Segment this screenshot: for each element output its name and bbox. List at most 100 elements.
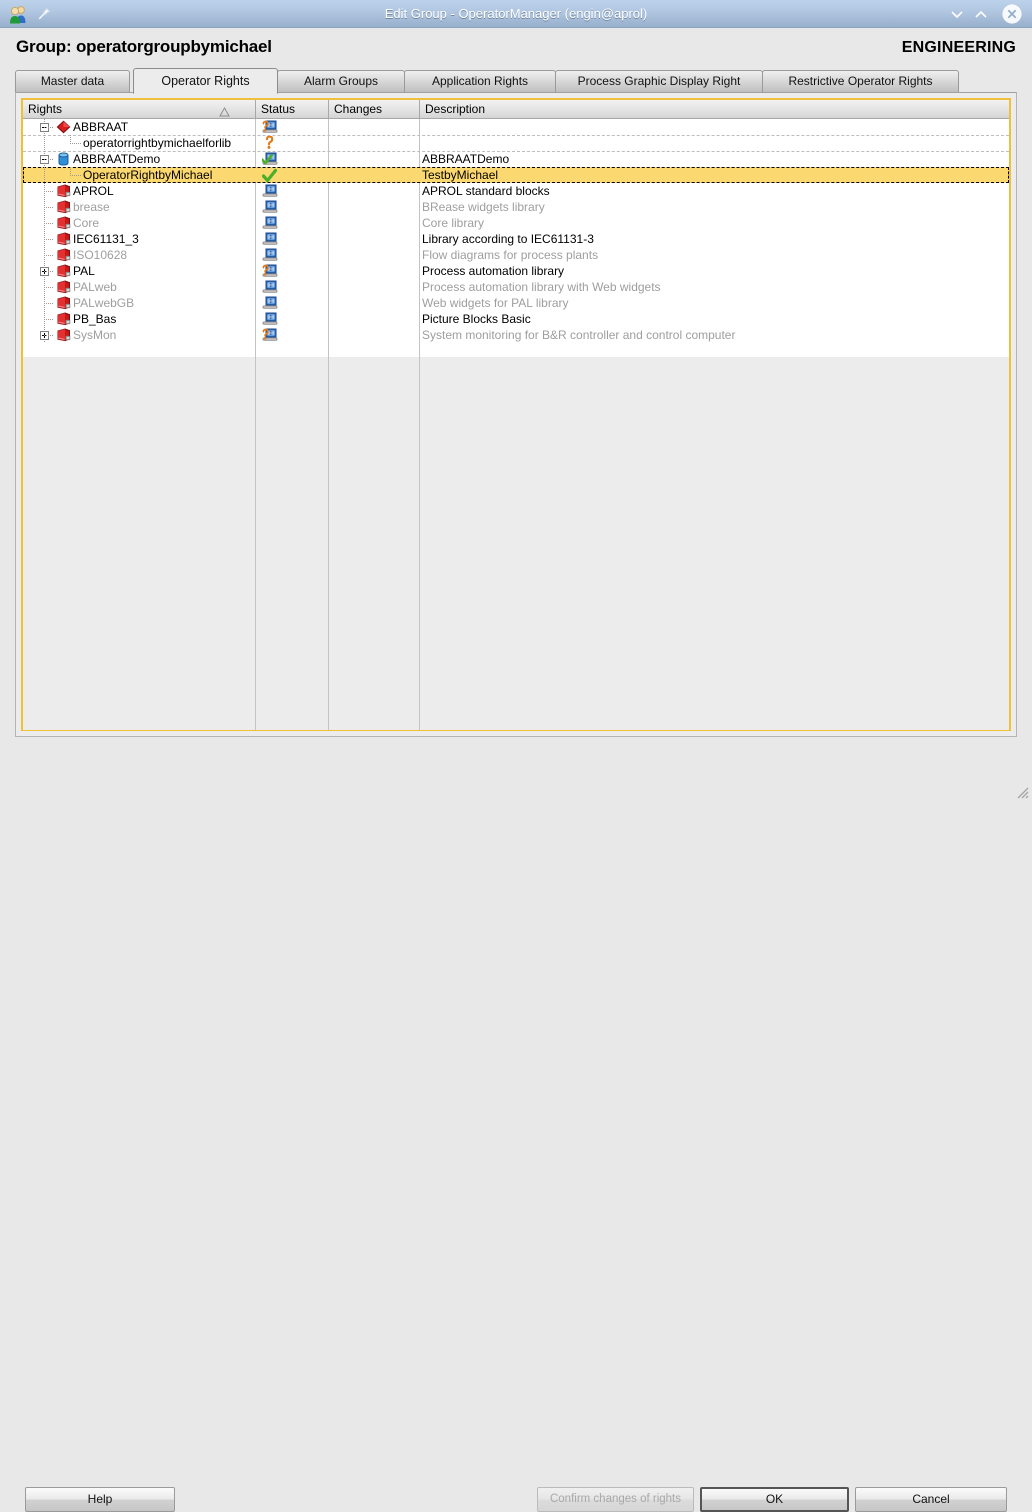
computer-icon: Σ — [262, 248, 278, 263]
table-row[interactable]: brease Σ BRease widgets library — [23, 199, 1009, 215]
cell-rights: PB_Bas — [23, 311, 255, 327]
rights-item-label: OperatorRightbyMichael — [83, 168, 213, 182]
cell-status: Σ — [256, 119, 328, 135]
cell-changes — [329, 327, 419, 343]
tab-alarm-groups[interactable]: Alarm Groups — [277, 70, 405, 92]
question-computer-icon: Σ — [262, 264, 278, 279]
rights-tree-rows[interactable]: ABBRAAT Σoperatorrightbymichaelforlib ABBR… — [23, 119, 1009, 730]
computer-icon: Σ — [262, 312, 278, 327]
tree-guide-line — [44, 239, 54, 240]
svg-text:Σ: Σ — [269, 187, 272, 193]
table-row[interactable]: OperatorRightbyMichael TestbyMichael — [23, 167, 1009, 183]
cell-status: Σ — [256, 215, 328, 231]
minimize-button[interactable] — [946, 4, 968, 24]
svg-text:Σ: Σ — [269, 123, 272, 129]
close-button[interactable] — [1000, 3, 1024, 25]
blue-cylinder-icon — [56, 152, 71, 166]
rights-item-label: PAL — [73, 264, 95, 278]
cell-description: ABBRAATDemo — [422, 152, 510, 166]
column-header-description[interactable]: Description — [420, 100, 1009, 119]
table-row[interactable]: PB_Bas Σ Picture Blocks Basic — [23, 311, 1009, 327]
table-row[interactable]: PAL Σ Process automation library — [23, 263, 1009, 279]
cell-changes — [329, 279, 419, 295]
column-header-changes[interactable]: Changes — [329, 100, 420, 119]
cell-rights: operatorrightbymichaelforlib — [23, 135, 255, 151]
column-header-rights[interactable]: Rights — [23, 100, 256, 119]
tree-guide-line — [44, 223, 54, 224]
red-book-icon — [56, 248, 71, 262]
cell-description: BRease widgets library — [422, 200, 545, 214]
cell-description: Web widgets for PAL library — [422, 296, 569, 310]
table-row[interactable]: operatorrightbymichaelforlib — [23, 135, 1009, 152]
red-book-icon — [56, 216, 71, 230]
svg-text:Σ: Σ — [269, 283, 272, 289]
tab-application-rights[interactable]: Application Rights — [404, 70, 556, 92]
computer-icon: Σ — [262, 200, 278, 215]
cell-description — [420, 135, 1008, 151]
cell-changes — [329, 311, 419, 327]
tab-operator-rights[interactable]: Operator Rights — [133, 68, 278, 94]
cell-description: Process automation library — [422, 264, 565, 278]
cell-rights: OperatorRightbyMichael — [23, 167, 255, 183]
help-button[interactable]: Help — [25, 1487, 175, 1512]
rights-item-label: ABBRAATDemo — [73, 152, 161, 166]
cell-rights: APROL — [23, 183, 255, 199]
cell-rights: SysMon — [23, 327, 255, 343]
question-icon — [262, 135, 278, 151]
tab-restrictive-operator-rights[interactable]: Restrictive Operator Rights — [762, 70, 959, 92]
tab-master-data[interactable]: Master data — [15, 70, 130, 92]
cell-status: Σ — [256, 279, 328, 295]
table-row[interactable]: PALweb Σ Process automation library with W… — [23, 279, 1009, 295]
table-row[interactable]: IEC61131_3 Σ Library according to IEC61131… — [23, 231, 1009, 247]
rights-item-label: Core — [73, 216, 100, 230]
svg-text:Σ: Σ — [269, 331, 272, 337]
rights-item-label: PB_Bas — [73, 312, 117, 326]
tree-guide-line — [44, 167, 45, 183]
svg-text:Σ: Σ — [269, 219, 272, 225]
table-row[interactable]: PALwebGB Σ Web widgets for PAL library — [23, 295, 1009, 311]
cell-status: Σ — [256, 247, 328, 263]
table-row[interactable]: Core Σ Core library — [23, 215, 1009, 231]
rights-item-label: IEC61131_3 — [73, 232, 139, 246]
table-row[interactable]: SysMon Σ System monitoring for B&R control… — [23, 327, 1009, 343]
cancel-button[interactable]: Cancel — [855, 1487, 1007, 1512]
cell-description: Flow diagrams for process plants — [422, 248, 599, 262]
cell-status — [256, 167, 328, 183]
computer-icon: Σ — [262, 232, 278, 247]
tab-process-graphic-display-right[interactable]: Process Graphic Display Right — [555, 70, 763, 92]
table-row[interactable]: ABBRAAT Σ — [23, 119, 1009, 136]
svg-text:Σ: Σ — [269, 251, 272, 257]
tree-guide-line — [70, 167, 71, 176]
cell-changes — [329, 247, 419, 263]
cell-rights: ABBRAATDemo — [23, 151, 255, 167]
cell-changes — [329, 135, 419, 151]
cell-status: Σ — [256, 327, 328, 343]
rights-item-label: SysMon — [73, 328, 117, 342]
cell-status: Σ — [256, 295, 328, 311]
cell-description: Core library — [422, 216, 485, 230]
cell-status: Σ — [256, 231, 328, 247]
computer-icon: Σ — [262, 184, 278, 199]
table-row[interactable]: APROL Σ APROL standard blocks — [23, 183, 1009, 199]
computer-icon: Σ — [262, 216, 278, 231]
cell-rights: Core — [23, 215, 255, 231]
table-row[interactable]: ISO10628 Σ Flow diagrams for process plant… — [23, 247, 1009, 263]
confirm-changes-of-rights-button[interactable]: Confirm changes of rights — [537, 1487, 694, 1512]
rights-tree-container: Rights Status Changes Description ABBRAAT Σo… — [21, 98, 1011, 731]
window-titlebar: Edit Group - OperatorManager (engin@apro… — [0, 0, 1032, 28]
cell-description: Process automation library with Web widg… — [422, 280, 661, 294]
resize-grip-icon[interactable] — [1015, 785, 1029, 799]
column-header-status[interactable]: Status — [256, 100, 329, 119]
table-row[interactable]: ABBRAATDemo Σ ABBRAATDemo — [23, 151, 1009, 167]
svg-text:Σ: Σ — [269, 267, 272, 273]
rights-item-label: operatorrightbymichaelforlib — [83, 136, 232, 150]
cell-changes — [329, 295, 419, 311]
red-book-icon — [56, 200, 71, 214]
ok-button[interactable]: OK — [700, 1487, 849, 1512]
rights-item-label: ABBRAAT — [73, 120, 129, 134]
tree-guide-line — [70, 175, 82, 176]
maximize-button[interactable] — [970, 4, 992, 24]
tree-guide-line — [44, 255, 54, 256]
cell-changes — [329, 215, 419, 231]
rights-item-label: brease — [73, 200, 110, 214]
